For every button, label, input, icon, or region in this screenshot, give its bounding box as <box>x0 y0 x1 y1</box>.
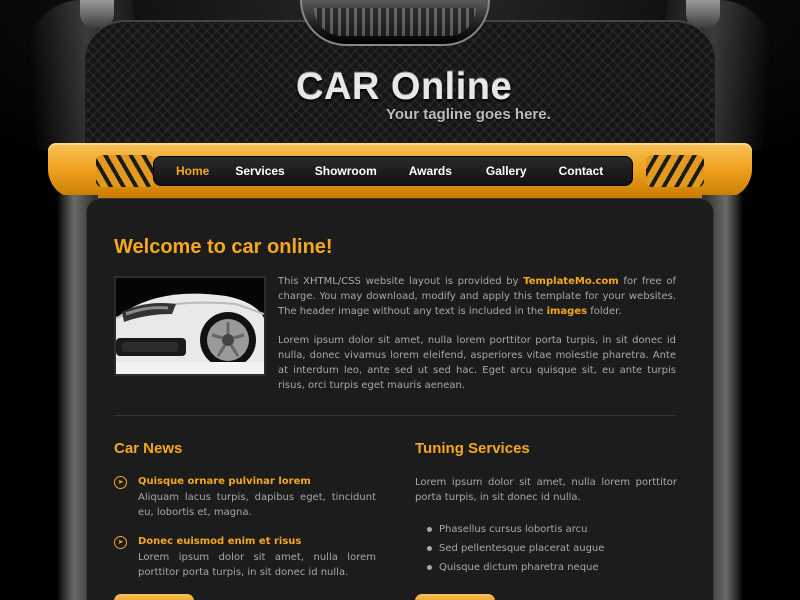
news-body: Lorem ipsum dolor sit amet, nulla lorem … <box>138 552 376 578</box>
read-more-button[interactable] <box>415 594 495 600</box>
car-news-title: Car News <box>114 440 183 457</box>
welcome-heading: Welcome to car online! <box>114 236 333 258</box>
section-divider <box>114 415 676 416</box>
site-tagline: Your tagline goes here. <box>386 106 551 123</box>
nav-services[interactable]: Services <box>235 164 296 178</box>
nav-awards[interactable]: Awards <box>409 164 464 178</box>
intro-text: This XHTML/CSS website layout is provide… <box>278 274 676 407</box>
templatemo-link[interactable]: TemplateMo.com <box>523 276 618 287</box>
vent-left <box>96 155 154 187</box>
nav-contact[interactable]: Contact <box>559 164 616 178</box>
arrow-circle-icon: ➤ <box>114 536 127 549</box>
tuning-services-title: Tuning Services <box>415 440 530 457</box>
intro-paragraph-1: This XHTML/CSS website layout is provide… <box>278 276 676 317</box>
tuning-list: Phasellus cursus lobortis arcu Sed pelle… <box>427 520 604 577</box>
news-heading[interactable]: Quisque ornare pulvinar lorem <box>138 476 311 487</box>
news-body: Aliquam lacus turpis, dapibus eget, tinc… <box>138 492 376 518</box>
news-heading[interactable]: Donec euismod enim et risus <box>138 536 301 547</box>
nav-showroom[interactable]: Showroom <box>315 164 389 178</box>
images-link[interactable]: images <box>547 306 588 317</box>
tuning-text: Lorem ipsum dolor sit amet, nulla lorem … <box>415 477 677 503</box>
read-more-button[interactable] <box>114 594 194 600</box>
tuning-list-item: Phasellus cursus lobortis arcu <box>427 520 604 539</box>
main-nav: Home Services Showroom Awards Gallery Co… <box>153 156 633 186</box>
site-title: CAR Online <box>296 66 513 108</box>
car-photo <box>114 276 266 376</box>
tuning-list-item: Quisque dictum pharetra neque <box>427 558 604 577</box>
nav-gallery[interactable]: Gallery <box>486 164 539 178</box>
site-header: CAR Online Your tagline goes here. <box>0 0 800 150</box>
vent-right <box>646 155 704 187</box>
intro-paragraph-2: Lorem ipsum dolor sit amet, nulla lorem … <box>278 335 676 391</box>
tuning-list-item: Sed pellentesque placerat augue <box>427 539 604 558</box>
nav-home[interactable]: Home <box>176 164 221 178</box>
car-badge <box>300 0 490 46</box>
arrow-circle-icon: ➤ <box>114 476 127 489</box>
